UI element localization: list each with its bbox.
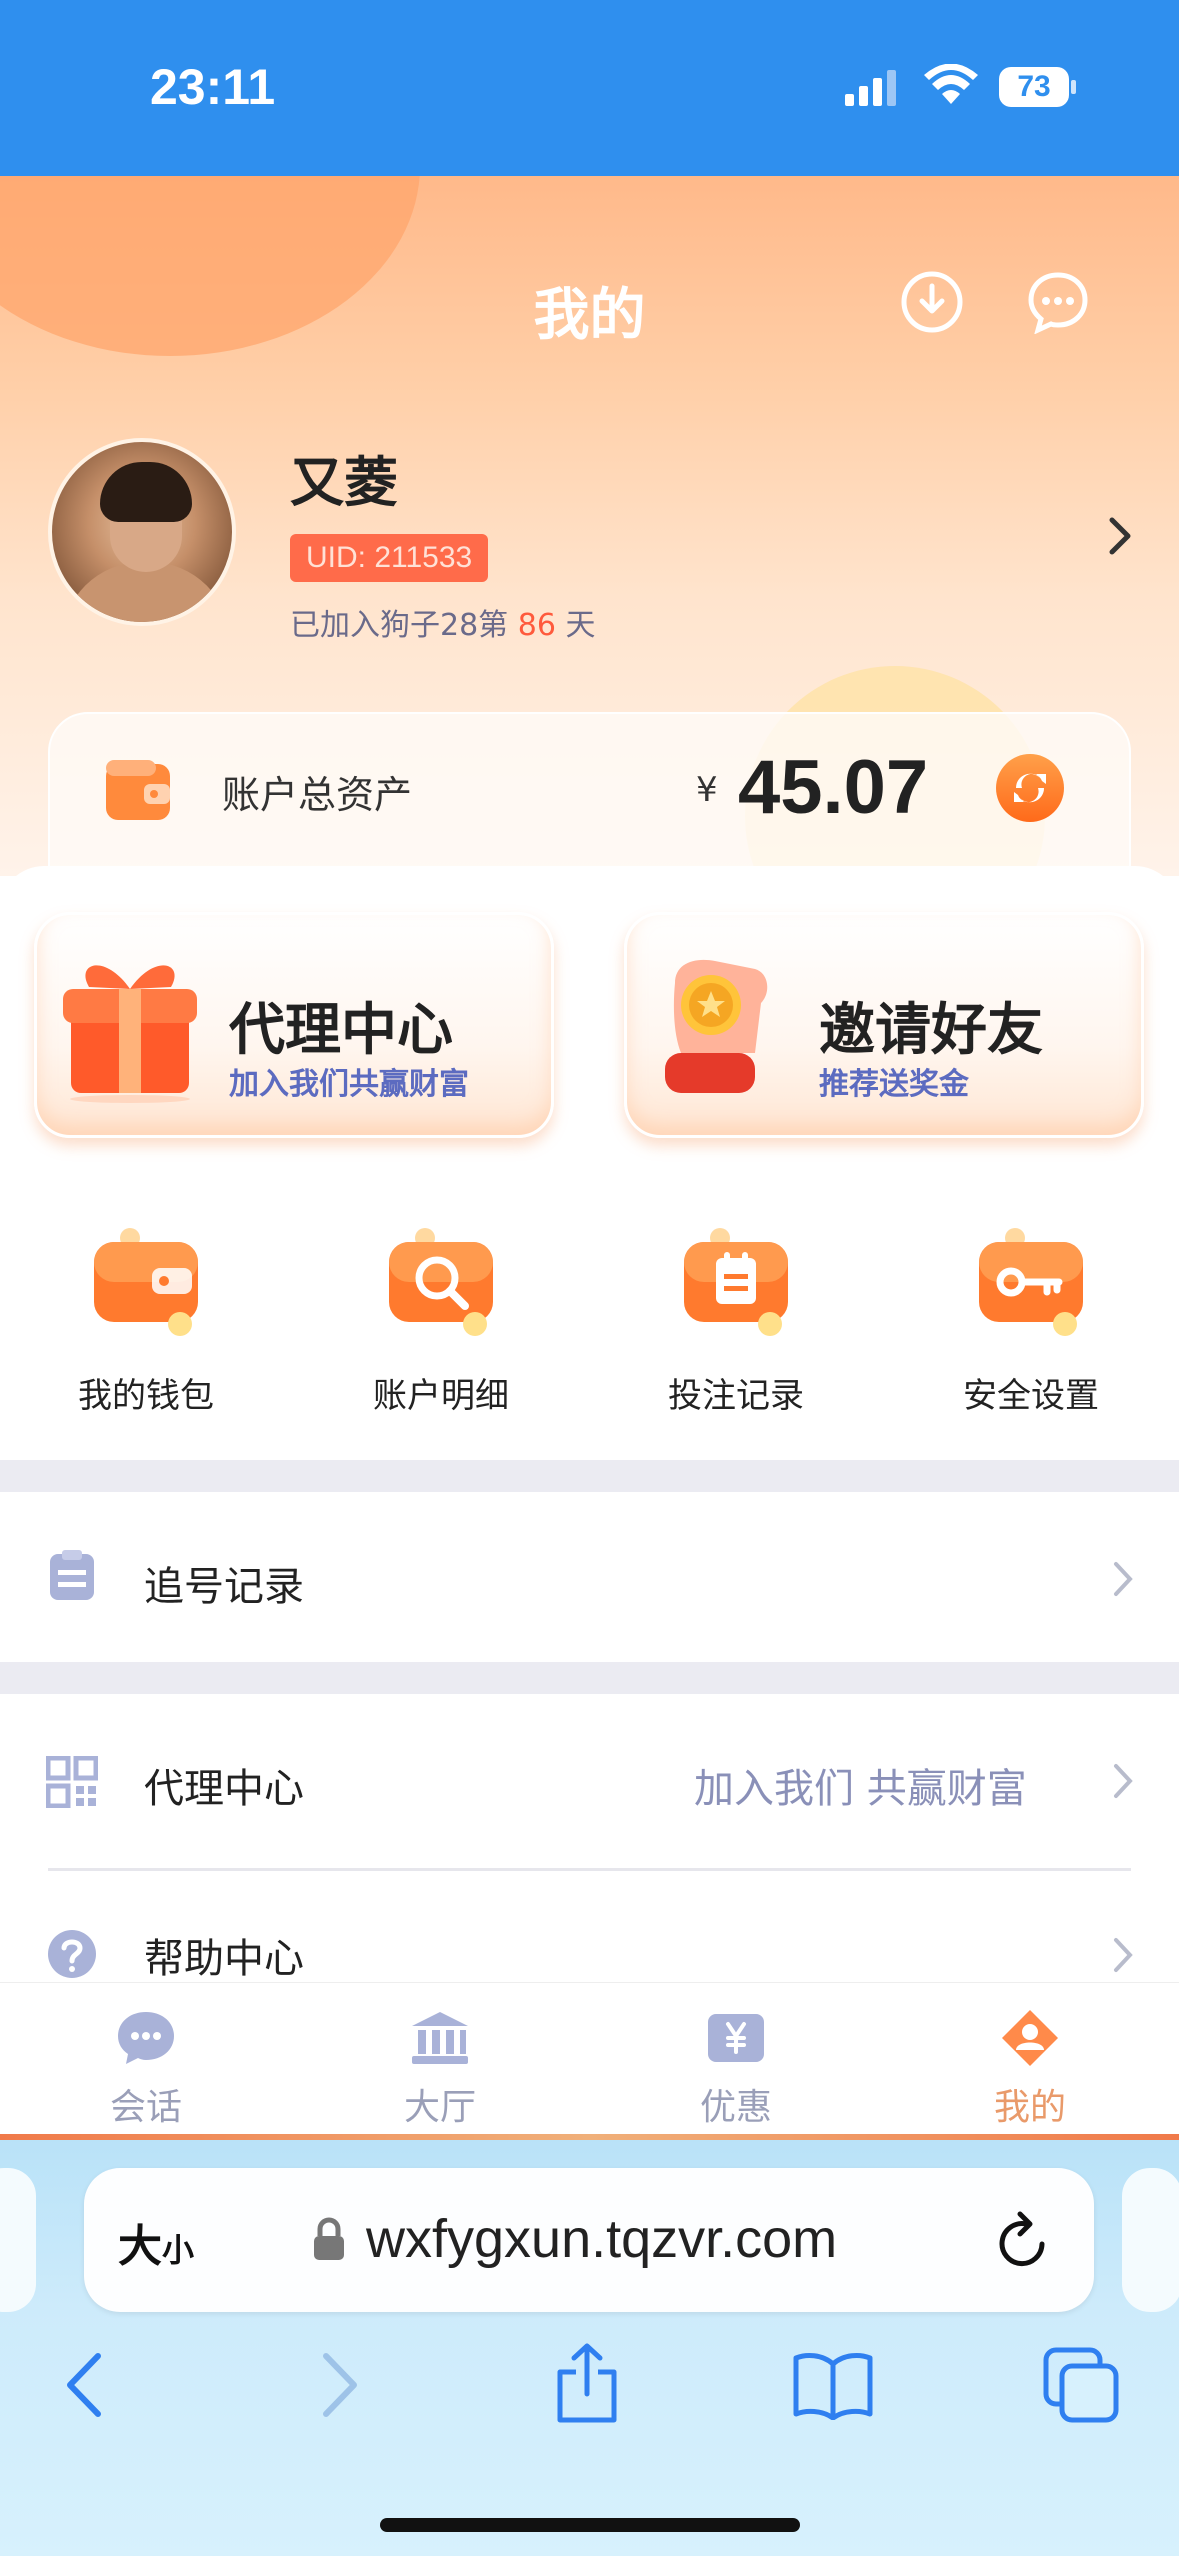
uid-badge: UID: 211533 <box>290 534 489 582</box>
tab-label: 我的 <box>993 2087 1066 2128</box>
back-icon[interactable] <box>62 2350 106 2420</box>
quick-action-wallet[interactable]: 我的钱包 <box>38 1228 238 1418</box>
quick-action-label: 安全设置 <box>963 1376 1099 1416</box>
wifi-icon <box>924 64 978 104</box>
yen-ticket-icon <box>708 2014 764 2062</box>
cellular-signal-icon <box>845 70 896 106</box>
tab-promotions[interactable]: 优惠 <box>636 2010 836 2130</box>
tab-label: 会话 <box>109 2087 182 2128</box>
balance-label: 账户总资产 <box>222 773 413 817</box>
reload-icon[interactable] <box>996 2208 1052 2272</box>
list-item-label: 帮助中心 <box>144 1936 304 1982</box>
username: 又菱 <box>290 451 398 514</box>
quick-action-label: 我的钱包 <box>78 1376 214 1416</box>
list-item-hint: 加入我们 共赢财富 <box>694 1766 1027 1812</box>
user-icon <box>1002 2010 1058 2066</box>
quick-action-label: 账户明细 <box>373 1376 509 1416</box>
bank-icon <box>412 2012 468 2064</box>
chevron-right-icon <box>1114 1562 1133 1596</box>
wallet-icon <box>94 1228 198 1336</box>
bookmarks-icon[interactable] <box>792 2350 874 2420</box>
balance-value: 45.07 <box>738 745 929 830</box>
chevron-right-icon <box>1114 1938 1133 1972</box>
next-tab-peek[interactable] <box>1122 2168 1179 2312</box>
list-divider <box>48 1868 1131 1871</box>
section-separator <box>0 1460 1179 1492</box>
tabs-icon[interactable] <box>1042 2346 1120 2424</box>
text-size-button[interactable]: 大小 <box>118 2210 194 2274</box>
download-icon[interactable] <box>900 270 964 334</box>
invite-friends-card[interactable]: 邀请好友 推荐送奖金 <box>624 912 1144 1138</box>
joined-days-count: 86 <box>517 608 556 643</box>
tab-mine[interactable]: 我的 <box>930 2010 1130 2130</box>
chevron-right-icon <box>1114 1764 1133 1798</box>
invite-friends-subtitle: 推荐送奖金 <box>819 1067 969 1102</box>
tab-label: 优惠 <box>699 2087 772 2128</box>
lock-icon <box>314 2217 344 2260</box>
gift-box-icon <box>63 965 197 1103</box>
quick-action-account-details[interactable]: 账户明细 <box>333 1228 533 1418</box>
list-item-label: 追号记录 <box>144 1564 304 1610</box>
agent-center-card[interactable]: 代理中心 加入我们共赢财富 <box>34 912 554 1138</box>
agent-center-title: 代理中心 <box>229 998 453 1063</box>
list-item-label: 代理中心 <box>144 1766 304 1812</box>
page-title: 我的 <box>533 283 646 348</box>
search-icon <box>389 1228 493 1336</box>
quick-action-label: 投注记录 <box>668 1376 804 1416</box>
tab-lobby[interactable]: 大厅 <box>340 2010 540 2130</box>
status-time: 23:11 <box>150 59 276 115</box>
list-item-agent-center[interactable]: 代理中心 加入我们 共赢财富 <box>0 1694 1179 1864</box>
battery-level: 73 <box>1017 70 1051 103</box>
forward-icon[interactable] <box>318 2350 362 2420</box>
hand-coin-icon <box>665 959 768 1093</box>
joined-days-text: 已加入狗子28第 86 天 <box>290 608 596 643</box>
list-item-chase-records[interactable]: 追号记录 <box>0 1492 1179 1662</box>
previous-tab-peek[interactable] <box>0 2168 36 2312</box>
clipboard-icon <box>50 1550 94 1600</box>
refresh-balance-button[interactable] <box>996 754 1064 822</box>
quick-action-bet-records[interactable]: 投注记录 <box>628 1228 828 1418</box>
chevron-right-icon[interactable] <box>1106 514 1136 558</box>
refresh-icon <box>1014 773 1046 803</box>
message-icon[interactable] <box>1026 270 1090 334</box>
agent-center-subtitle: 加入我们共赢财富 <box>229 1067 469 1102</box>
help-icon <box>48 1930 96 1978</box>
tab-conversations[interactable]: 会话 <box>46 2010 246 2130</box>
key-icon <box>979 1228 1083 1336</box>
invite-friends-title: 邀请好友 <box>819 998 1043 1063</box>
section-separator <box>0 1662 1179 1694</box>
url-text[interactable]: wxfygxun.tqzvr.com <box>366 2208 837 2270</box>
share-icon[interactable] <box>554 2342 620 2424</box>
qr-code-icon <box>46 1756 98 1808</box>
tab-label: 大厅 <box>403 2087 476 2128</box>
currency-symbol: ¥ <box>696 770 718 810</box>
wallet-icon <box>106 760 170 820</box>
battery-icon: 73 <box>998 66 1078 108</box>
quick-action-security-settings[interactable]: 安全设置 <box>923 1228 1123 1418</box>
chat-bubble-icon <box>118 2012 174 2064</box>
home-indicator <box>380 2518 800 2532</box>
notepad-icon <box>684 1228 788 1336</box>
avatar[interactable] <box>48 438 236 626</box>
